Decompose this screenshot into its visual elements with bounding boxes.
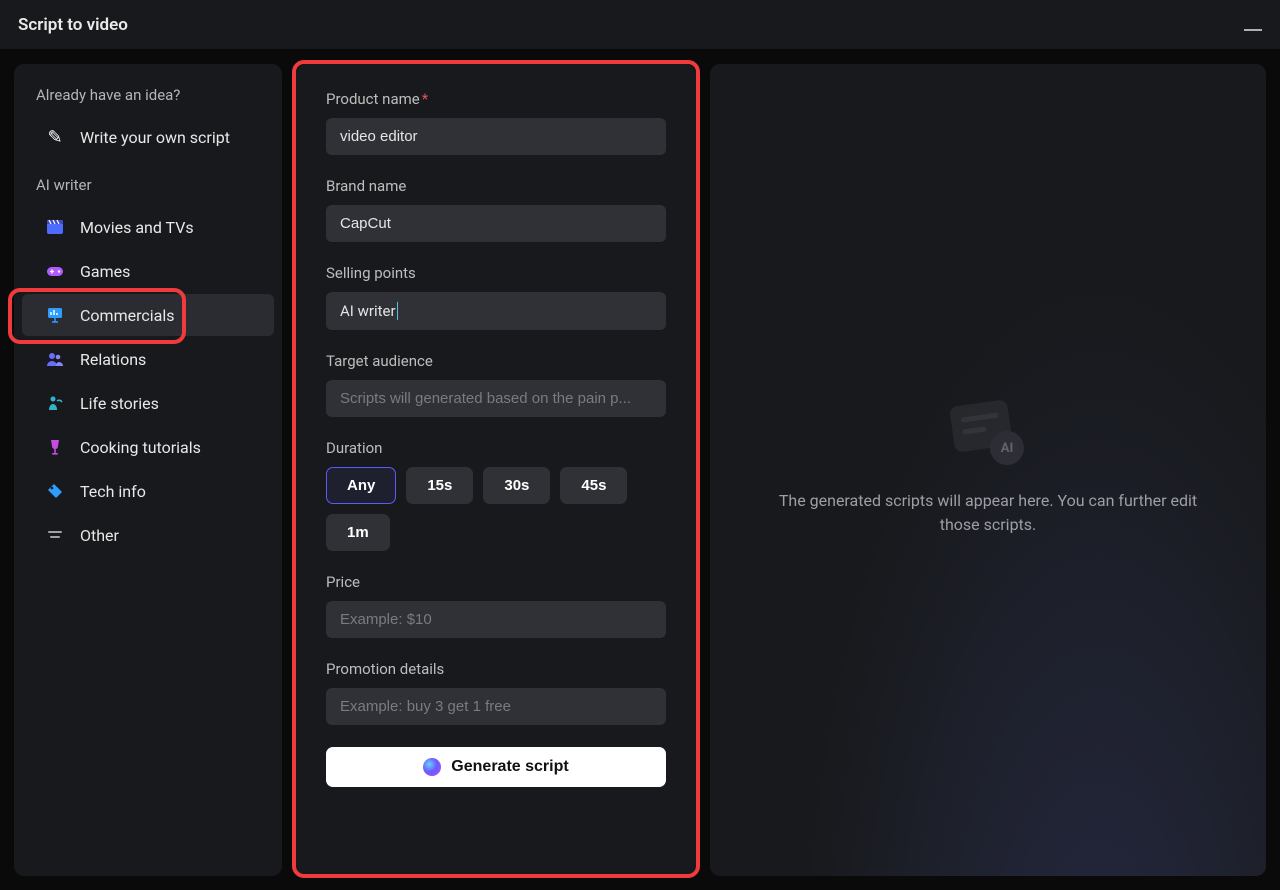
sidebar-item-label: Other [80, 526, 119, 545]
preview-placeholder-text: The generated scripts will appear here. … [770, 489, 1206, 537]
form-panel: Product name* Brand name Selling points … [296, 64, 696, 876]
write-own-script[interactable]: ✎ Write your own script [22, 116, 274, 158]
sidebar-aiwriter-label: AI writer [14, 172, 282, 204]
field-promotion: Promotion details [326, 660, 666, 725]
minimize-button[interactable] [1244, 19, 1262, 31]
ai-orb-icon [423, 758, 441, 776]
minimize-icon [1244, 29, 1262, 31]
target-audience-input[interactable] [326, 380, 666, 417]
wine-icon [44, 436, 66, 458]
sidebar-item-movies[interactable]: Movies and TVs [22, 206, 274, 248]
titlebar: Script to video [0, 0, 1280, 50]
sidebar: Already have an idea? ✎ Write your own s… [14, 64, 282, 876]
write-own-label: Write your own script [80, 128, 230, 147]
generate-script-button[interactable]: Generate script [326, 747, 666, 787]
sidebar-item-label: Movies and TVs [80, 218, 194, 237]
selling-points-label: Selling points [326, 264, 666, 282]
sidebar-item-commercials[interactable]: Commercials [22, 294, 274, 336]
gamepad-icon [44, 260, 66, 282]
field-brand-name: Brand name [326, 177, 666, 242]
field-duration: Duration Any 15s 30s 45s 1m [326, 439, 666, 551]
duration-any[interactable]: Any [326, 467, 396, 504]
window-title: Script to video [18, 15, 128, 35]
field-target-audience: Target audience [326, 352, 666, 417]
preview-panel: AI The generated scripts will appear her… [710, 64, 1266, 876]
field-selling-points: Selling points AI writer [326, 264, 666, 330]
product-name-input[interactable] [326, 118, 666, 155]
promotion-label: Promotion details [326, 660, 666, 678]
generate-label: Generate script [451, 758, 568, 776]
sidebar-idea-label: Already have an idea? [14, 82, 282, 114]
selling-points-input[interactable]: AI writer [326, 292, 666, 330]
sidebar-item-games[interactable]: Games [22, 250, 274, 292]
field-product-name: Product name* [326, 90, 666, 155]
preview-placeholder-icon: AI [952, 403, 1024, 465]
duration-30s[interactable]: 30s [483, 467, 550, 504]
target-audience-label: Target audience [326, 352, 666, 370]
sidebar-item-label: Cooking tutorials [80, 438, 201, 457]
ai-badge-icon: AI [990, 431, 1024, 465]
promotion-input[interactable] [326, 688, 666, 725]
sidebar-item-label: Life stories [80, 394, 159, 413]
main-layout: Already have an idea? ✎ Write your own s… [0, 50, 1280, 890]
sidebar-item-relations[interactable]: Relations [22, 338, 274, 380]
brand-name-label: Brand name [326, 177, 666, 195]
person-story-icon [44, 392, 66, 414]
sidebar-item-label: Relations [80, 350, 146, 369]
sidebar-item-cooking[interactable]: Cooking tutorials [22, 426, 274, 468]
duration-1m[interactable]: 1m [326, 514, 390, 551]
tag-icon [44, 480, 66, 502]
pencil-icon: ✎ [44, 126, 66, 148]
duration-label: Duration [326, 439, 666, 457]
sidebar-item-label: Games [80, 262, 130, 281]
sidebar-item-label: Tech info [80, 482, 146, 501]
presentation-icon [44, 304, 66, 326]
price-label: Price [326, 573, 666, 591]
clapperboard-icon [44, 216, 66, 238]
brand-name-input[interactable] [326, 205, 666, 242]
sidebar-item-life-stories[interactable]: Life stories [22, 382, 274, 424]
duration-15s[interactable]: 15s [406, 467, 473, 504]
field-price: Price [326, 573, 666, 638]
sidebar-item-label: Commercials [80, 306, 174, 325]
duration-45s[interactable]: 45s [560, 467, 627, 504]
sidebar-item-other[interactable]: Other [22, 514, 274, 556]
text-cursor [397, 302, 398, 320]
price-input[interactable] [326, 601, 666, 638]
lines-icon [44, 524, 66, 546]
sidebar-item-tech[interactable]: Tech info [22, 470, 274, 512]
people-icon [44, 348, 66, 370]
product-name-label: Product name* [326, 90, 666, 108]
